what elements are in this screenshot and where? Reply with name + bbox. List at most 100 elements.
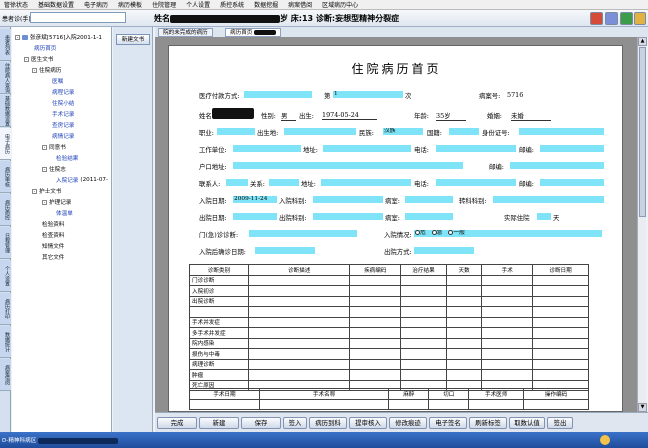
tree-root[interactable]: - 张彦斌[5716]入院2001-1-1 [15, 33, 102, 41]
vertical-scrollbar[interactable]: ▲ ▼ [637, 37, 647, 412]
submit-review-button[interactable]: 提审核入 [349, 417, 387, 429]
tree-item-other[interactable]: 其它文件 [42, 253, 64, 261]
tree-item-admit-record[interactable]: 入院记录 (2011-07- [56, 176, 108, 184]
tree-item-condition[interactable]: 病情记录 [52, 132, 74, 140]
menu-emr[interactable]: 电子病历 [84, 0, 108, 9]
table-row[interactable] [189, 398, 589, 410]
confirm-date-field[interactable] [255, 247, 315, 254]
to-dept-button[interactable]: 病历到科 [309, 417, 347, 429]
vtab-patients[interactable]: 患者列表 [0, 29, 11, 61]
fetch-values-button[interactable]: 取数认值 [509, 417, 545, 429]
phone2-field[interactable] [436, 179, 516, 186]
collapse-icon[interactable]: - [15, 34, 20, 40]
table-row[interactable]: 出院诊断 [189, 295, 589, 307]
disch-mode-field[interactable] [414, 247, 474, 254]
tray-icon[interactable] [600, 435, 610, 445]
age-value[interactable]: 35岁 [436, 111, 466, 121]
tree-item-lab[interactable]: 检验结果 [56, 154, 78, 162]
tree-item-nurse-docs[interactable]: - 护士文书 [32, 187, 61, 195]
table-row[interactable]: 门诊诊断 [189, 274, 589, 286]
table-row[interactable]: 手术并发症 [189, 316, 589, 328]
pay-method-field[interactable] [244, 91, 312, 98]
table-row[interactable]: 损伤与中毒 [189, 348, 589, 360]
tree-item-rounds[interactable]: 查房记录 [52, 121, 74, 129]
phone-field[interactable] [436, 145, 516, 152]
refresh-icon[interactable] [620, 12, 633, 25]
disch-date-field[interactable] [233, 213, 277, 220]
menu-personal[interactable]: 个人设置 [186, 0, 210, 9]
menu-templates[interactable]: 病历模板 [118, 0, 142, 9]
vtab-stats[interactable]: 数据统计 [0, 326, 11, 358]
collapse-icon[interactable]: - [32, 67, 37, 73]
tree-item-orders[interactable]: 医嘱 [52, 77, 63, 85]
menu-regional[interactable]: 区域病历中心 [322, 0, 358, 9]
collapse-icon[interactable]: - [42, 199, 47, 205]
tree-item-lab-data[interactable]: 检验资料 [42, 220, 64, 228]
table-row[interactable]: 入院初诊 [189, 285, 589, 297]
tree-item-nursing[interactable]: - 护理记录 [42, 198, 71, 206]
tree-item-summary[interactable]: 住院小结 [52, 99, 74, 107]
tree-item-doctor-docs[interactable]: - 医生文书 [24, 55, 53, 63]
id-field[interactable] [519, 128, 604, 135]
tree-item-temperature[interactable]: 体温单 [56, 209, 73, 217]
home-field[interactable] [233, 162, 463, 169]
vtab-qc[interactable]: 病历质控 [0, 194, 11, 226]
alert-icon[interactable] [590, 12, 603, 25]
addr2-field[interactable] [321, 179, 411, 186]
menu-borrow[interactable]: 病案借阅 [288, 0, 312, 9]
post3-field[interactable] [540, 179, 604, 186]
menu-mining[interactable]: 数据挖掘 [254, 0, 278, 9]
admit-dept-field[interactable] [313, 196, 383, 203]
finish-button[interactable]: 完成 [157, 417, 197, 429]
revision-marks-button[interactable]: 修改痕迹 [389, 417, 427, 429]
room-field[interactable] [405, 196, 453, 203]
vtab-basic-data[interactable]: 基础数据设置 [0, 95, 11, 127]
table-row[interactable]: 病理诊断 [189, 358, 589, 370]
table-row[interactable]: 多手术并发症 [189, 327, 589, 339]
check-out-button[interactable]: 签出 [547, 417, 573, 429]
tree-item-informed[interactable]: 知情文件 [42, 242, 64, 250]
nation-field[interactable]: 汉族 [383, 128, 423, 135]
admit-date-field[interactable]: 2009-11-24 [233, 196, 277, 203]
patient-search-input[interactable] [30, 12, 126, 23]
vtab-borrow[interactable]: 病案借阅 [0, 359, 11, 391]
menu-qc[interactable]: 质控系统 [220, 0, 244, 9]
country-field[interactable] [449, 128, 479, 135]
vtab-print[interactable]: 病历打印 [0, 293, 11, 325]
marriage-value[interactable]: 未婚 [511, 111, 551, 121]
stay-days-field[interactable] [537, 213, 551, 220]
tree-item-admission[interactable]: - 住院志 [42, 165, 66, 173]
collapse-icon[interactable]: - [42, 166, 47, 172]
collapse-icon[interactable]: - [32, 188, 37, 194]
tree-item-home[interactable]: 病历首页 [34, 44, 56, 52]
tab-home-page[interactable]: 病历首页 [225, 28, 282, 37]
refresh-tags-button[interactable]: 刷新标签 [469, 417, 507, 429]
collapse-icon[interactable]: - [42, 144, 47, 150]
scroll-thumb[interactable] [639, 47, 646, 217]
addr-field[interactable] [323, 145, 411, 152]
tab-unfinished[interactable]: 院的未完成的病历 [158, 28, 213, 37]
settings-icon[interactable] [605, 12, 618, 25]
table-row[interactable]: 肿瘤 [189, 369, 589, 381]
new-document-button[interactable]: 新建文书 [116, 34, 150, 45]
menu-status[interactable]: 管徐状态 [4, 0, 28, 9]
check-in-button[interactable]: 签入 [283, 417, 307, 429]
post2-field[interactable] [510, 162, 604, 169]
times-field[interactable]: 1 [333, 91, 403, 98]
disch-dept-field[interactable] [313, 213, 383, 220]
work-field[interactable] [233, 145, 301, 152]
menu-basic-data[interactable]: 基础数据设置 [38, 0, 74, 9]
tree-item-consent[interactable]: - 同意书 [42, 143, 66, 151]
vtab-personal[interactable]: 个人设置 [0, 260, 11, 292]
new-button[interactable]: 新建 [199, 417, 239, 429]
tree-item-surgery[interactable]: 手术记录 [52, 110, 74, 118]
contact-field[interactable] [226, 179, 248, 186]
relation-field[interactable] [269, 179, 299, 186]
table-row[interactable] [189, 306, 589, 318]
sex-value[interactable]: 男 [281, 111, 296, 121]
menu-inpatient[interactable]: 住院管理 [152, 0, 176, 9]
collapse-icon[interactable]: - [24, 56, 29, 62]
tree-item-exam-data[interactable]: 检查资料 [42, 231, 64, 239]
scroll-down-icon[interactable]: ▼ [638, 403, 647, 412]
birthplace-field[interactable] [284, 128, 356, 135]
